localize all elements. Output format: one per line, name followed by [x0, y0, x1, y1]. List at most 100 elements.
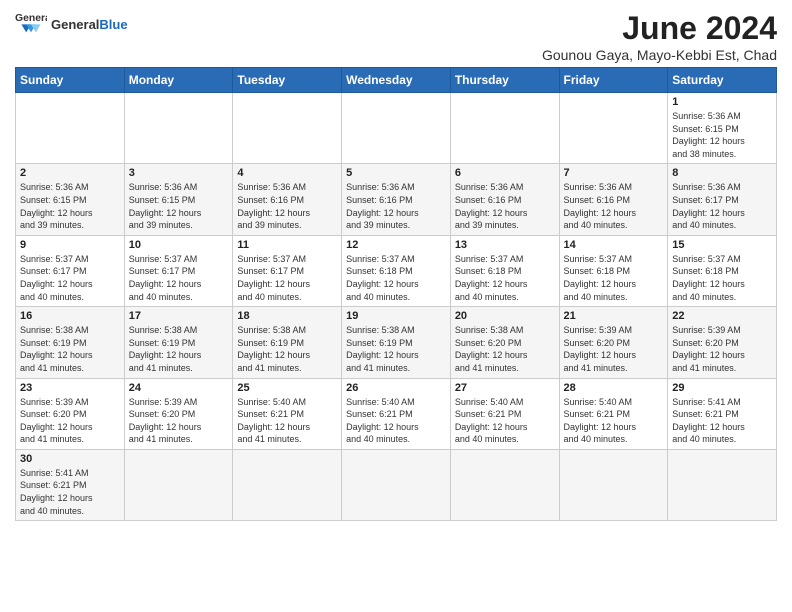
day-number: 25	[237, 382, 337, 394]
day-number: 23	[20, 382, 120, 394]
calendar-day-cell: 10 Sunrise: 5:37 AM Sunset: 6:17 PM Dayli…	[124, 235, 233, 306]
day-info: Sunrise: 5:37 AM Sunset: 6:17 PM Dayligh…	[129, 253, 229, 303]
calendar-header-monday: Monday	[124, 68, 233, 93]
calendar-day-cell: 26Sunrise: 5:40 AM Sunset: 6:21 PM Dayli…	[342, 378, 451, 449]
day-info: Sunrise: 5:37 AM Sunset: 6:18 PM Dayligh…	[564, 253, 664, 303]
day-number: 7	[564, 167, 664, 179]
logo: General GeneralBlue	[15, 10, 128, 38]
calendar-day-cell: 14 Sunrise: 5:37 AM Sunset: 6:18 PM Dayli…	[559, 235, 668, 306]
calendar-header-wednesday: Wednesday	[342, 68, 451, 93]
calendar-header-thursday: Thursday	[450, 68, 559, 93]
calendar-table: SundayMondayTuesdayWednesdayThursdayFrid…	[15, 67, 777, 521]
day-info: Sunrise: 5:36 AM Sunset: 6:17 PM Dayligh…	[672, 181, 772, 231]
day-info: Sunrise: 5:37 AM Sunset: 6:18 PM Dayligh…	[455, 253, 555, 303]
day-number: 12	[346, 239, 446, 251]
calendar-day-cell: 2 Sunrise: 5:36 AM Sunset: 6:15 PM Daylig…	[16, 164, 125, 235]
day-info: Sunrise: 5:38 AM Sunset: 6:19 PM Dayligh…	[346, 324, 446, 374]
calendar-day-cell: 30Sunrise: 5:41 AM Sunset: 6:21 PM Dayli…	[16, 449, 125, 520]
calendar-day-cell	[233, 93, 342, 164]
month-year-title: June 2024	[542, 10, 777, 47]
calendar-day-cell	[559, 449, 668, 520]
calendar-day-cell	[450, 449, 559, 520]
day-number: 8	[672, 167, 772, 179]
day-info: Sunrise: 5:36 AM Sunset: 6:15 PM Dayligh…	[129, 181, 229, 231]
day-number: 1	[672, 96, 772, 108]
calendar-day-cell: 17Sunrise: 5:38 AM Sunset: 6:19 PM Dayli…	[124, 307, 233, 378]
calendar-week-row: 30Sunrise: 5:41 AM Sunset: 6:21 PM Dayli…	[16, 449, 777, 520]
day-info: Sunrise: 5:37 AM Sunset: 6:17 PM Dayligh…	[237, 253, 337, 303]
calendar-week-row: 2 Sunrise: 5:36 AM Sunset: 6:15 PM Daylig…	[16, 164, 777, 235]
calendar-day-cell: 24 Sunrise: 5:39 AM Sunset: 6:20 PM Dayli…	[124, 378, 233, 449]
day-info: Sunrise: 5:40 AM Sunset: 6:21 PM Dayligh…	[237, 396, 337, 446]
calendar-day-cell: 27 Sunrise: 5:40 AM Sunset: 6:21 PM Dayli…	[450, 378, 559, 449]
day-info: Sunrise: 5:36 AM Sunset: 6:15 PM Dayligh…	[672, 110, 772, 160]
day-info: Sunrise: 5:38 AM Sunset: 6:19 PM Dayligh…	[129, 324, 229, 374]
day-number: 22	[672, 310, 772, 322]
calendar-day-cell: 5Sunrise: 5:36 AM Sunset: 6:16 PM Daylig…	[342, 164, 451, 235]
calendar-day-cell: 8 Sunrise: 5:36 AM Sunset: 6:17 PM Daylig…	[668, 164, 777, 235]
day-number: 14	[564, 239, 664, 251]
calendar-day-cell: 13 Sunrise: 5:37 AM Sunset: 6:18 PM Dayli…	[450, 235, 559, 306]
calendar-day-cell: 21 Sunrise: 5:39 AM Sunset: 6:20 PM Dayli…	[559, 307, 668, 378]
day-number: 6	[455, 167, 555, 179]
day-info: Sunrise: 5:39 AM Sunset: 6:20 PM Dayligh…	[672, 324, 772, 374]
calendar-day-cell: 9 Sunrise: 5:37 AM Sunset: 6:17 PM Daylig…	[16, 235, 125, 306]
day-number: 29	[672, 382, 772, 394]
calendar-day-cell	[124, 93, 233, 164]
calendar-day-cell	[124, 449, 233, 520]
day-number: 9	[20, 239, 120, 251]
day-number: 19	[346, 310, 446, 322]
calendar-header-sunday: Sunday	[16, 68, 125, 93]
calendar-day-cell	[342, 93, 451, 164]
calendar-day-cell	[668, 449, 777, 520]
calendar-day-cell: 11Sunrise: 5:37 AM Sunset: 6:17 PM Dayli…	[233, 235, 342, 306]
calendar-day-cell: 1 Sunrise: 5:36 AM Sunset: 6:15 PM Daylig…	[668, 93, 777, 164]
day-number: 24	[129, 382, 229, 394]
day-info: Sunrise: 5:36 AM Sunset: 6:15 PM Dayligh…	[20, 181, 120, 231]
calendar-day-cell	[16, 93, 125, 164]
day-number: 16	[20, 310, 120, 322]
day-number: 4	[237, 167, 337, 179]
calendar-day-cell: 23 Sunrise: 5:39 AM Sunset: 6:20 PM Dayli…	[16, 378, 125, 449]
day-info: Sunrise: 5:37 AM Sunset: 6:18 PM Dayligh…	[346, 253, 446, 303]
calendar-day-cell	[559, 93, 668, 164]
day-number: 28	[564, 382, 664, 394]
day-info: Sunrise: 5:39 AM Sunset: 6:20 PM Dayligh…	[129, 396, 229, 446]
day-number: 27	[455, 382, 555, 394]
svg-text:General: General	[15, 13, 47, 24]
page-header: General GeneralBlue June 2024 Gounou Gay…	[15, 10, 777, 63]
day-info: Sunrise: 5:36 AM Sunset: 6:16 PM Dayligh…	[455, 181, 555, 231]
calendar-day-cell: 29 Sunrise: 5:41 AM Sunset: 6:21 PM Dayli…	[668, 378, 777, 449]
calendar-day-cell	[233, 449, 342, 520]
day-number: 2	[20, 167, 120, 179]
day-info: Sunrise: 5:39 AM Sunset: 6:20 PM Dayligh…	[564, 324, 664, 374]
calendar-day-cell: 28Sunrise: 5:40 AM Sunset: 6:21 PM Dayli…	[559, 378, 668, 449]
day-number: 3	[129, 167, 229, 179]
day-info: Sunrise: 5:40 AM Sunset: 6:21 PM Dayligh…	[455, 396, 555, 446]
day-info: Sunrise: 5:37 AM Sunset: 6:17 PM Dayligh…	[20, 253, 120, 303]
calendar-day-cell	[342, 449, 451, 520]
calendar-day-cell: 4 Sunrise: 5:36 AM Sunset: 6:16 PM Daylig…	[233, 164, 342, 235]
day-info: Sunrise: 5:36 AM Sunset: 6:16 PM Dayligh…	[346, 181, 446, 231]
day-info: Sunrise: 5:38 AM Sunset: 6:19 PM Dayligh…	[237, 324, 337, 374]
calendar-day-cell: 18Sunrise: 5:38 AM Sunset: 6:19 PM Dayli…	[233, 307, 342, 378]
day-number: 10	[129, 239, 229, 251]
calendar-day-cell: 19 Sunrise: 5:38 AM Sunset: 6:19 PM Dayli…	[342, 307, 451, 378]
location-subtitle: Gounou Gaya, Mayo-Kebbi Est, Chad	[542, 47, 777, 63]
day-info: Sunrise: 5:40 AM Sunset: 6:21 PM Dayligh…	[346, 396, 446, 446]
calendar-week-row: 9 Sunrise: 5:37 AM Sunset: 6:17 PM Daylig…	[16, 235, 777, 306]
calendar-day-cell: 20Sunrise: 5:38 AM Sunset: 6:20 PM Dayli…	[450, 307, 559, 378]
day-info: Sunrise: 5:41 AM Sunset: 6:21 PM Dayligh…	[672, 396, 772, 446]
calendar-header-tuesday: Tuesday	[233, 68, 342, 93]
day-number: 21	[564, 310, 664, 322]
calendar-week-row: 23 Sunrise: 5:39 AM Sunset: 6:20 PM Dayli…	[16, 378, 777, 449]
calendar-day-cell: 6 Sunrise: 5:36 AM Sunset: 6:16 PM Daylig…	[450, 164, 559, 235]
calendar-header-saturday: Saturday	[668, 68, 777, 93]
day-info: Sunrise: 5:37 AM Sunset: 6:18 PM Dayligh…	[672, 253, 772, 303]
day-info: Sunrise: 5:39 AM Sunset: 6:20 PM Dayligh…	[20, 396, 120, 446]
calendar-day-cell: 15Sunrise: 5:37 AM Sunset: 6:18 PM Dayli…	[668, 235, 777, 306]
calendar-day-cell: 25 Sunrise: 5:40 AM Sunset: 6:21 PM Dayli…	[233, 378, 342, 449]
day-info: Sunrise: 5:36 AM Sunset: 6:16 PM Dayligh…	[237, 181, 337, 231]
day-number: 13	[455, 239, 555, 251]
day-info: Sunrise: 5:38 AM Sunset: 6:19 PM Dayligh…	[20, 324, 120, 374]
